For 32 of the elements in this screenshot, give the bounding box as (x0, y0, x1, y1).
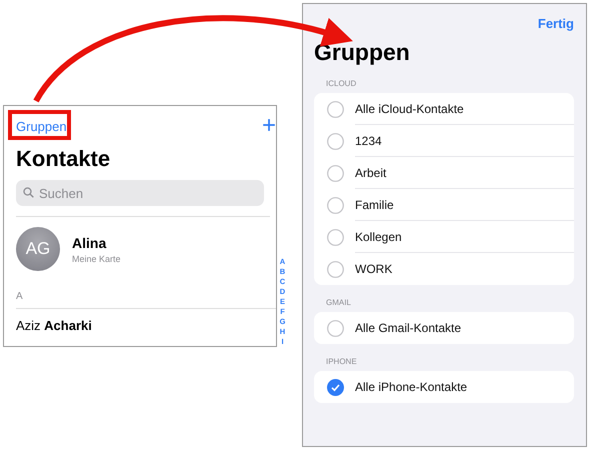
radio-circle-icon[interactable] (327, 320, 344, 336)
card-subtitle: Meine Karte (72, 254, 121, 264)
radio-circle-icon[interactable] (327, 100, 344, 118)
section-header: ICLOUD (326, 79, 358, 88)
radio-circle-icon[interactable] (327, 260, 344, 278)
done-button[interactable]: Fertig (538, 16, 574, 31)
search-field[interactable]: Suchen (16, 180, 264, 206)
group-name[interactable]: Alle Gmail-Kontakte (355, 321, 462, 335)
group-name[interactable]: WORK (355, 262, 392, 276)
group-name[interactable]: 1234 (355, 134, 382, 148)
radio-circle-icon[interactable] (327, 196, 344, 214)
group-name[interactable]: Alle iCloud-Kontakte (355, 102, 464, 116)
group-name[interactable]: Kollegen (355, 230, 402, 244)
radio-circle-icon[interactable] (327, 164, 344, 182)
search-icon (23, 187, 34, 198)
radio-circle-icon[interactable] (327, 132, 344, 150)
screen-title: Kontakte (16, 146, 112, 172)
groups-link[interactable]: Gruppen (16, 118, 67, 134)
screen-title: Gruppen (314, 39, 411, 66)
section-letter: A (16, 291, 24, 302)
highlight-frame (8, 110, 71, 140)
radio-circle-icon[interactable] (327, 228, 344, 246)
add-button[interactable]: + (262, 114, 276, 138)
checkmark-icon[interactable] (327, 378, 344, 396)
contact-name[interactable]: Aziz Acharki (16, 318, 276, 333)
section-header: IPHONE (326, 357, 358, 366)
contact-name: Alina (72, 234, 108, 250)
group-name[interactable]: Arbeit (355, 166, 386, 180)
section-header: GMAIL (326, 298, 352, 307)
avatar: AG (16, 227, 60, 271)
group-name[interactable]: Familie (355, 198, 394, 212)
group-name[interactable]: Alle iPhone-Kontakte (355, 380, 468, 394)
